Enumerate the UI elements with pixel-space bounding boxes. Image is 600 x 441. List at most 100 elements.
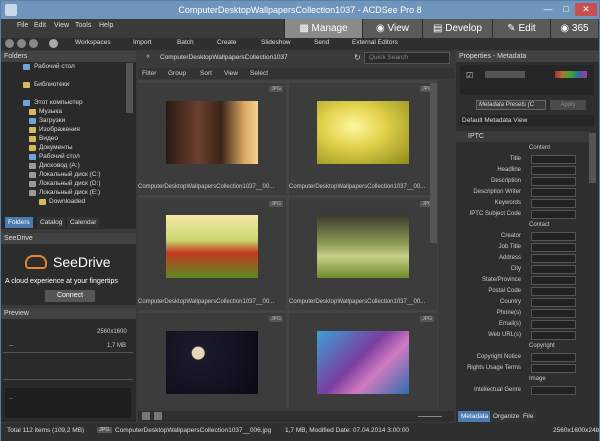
maximize-button[interactable]: □: [559, 3, 573, 16]
metadata-field-input[interactable]: [531, 309, 576, 318]
file-list-scrollbar[interactable]: [430, 83, 437, 243]
metadata-field-input[interactable]: [531, 155, 576, 164]
mode-view[interactable]: ◉ View: [362, 19, 422, 38]
metadata-field-input[interactable]: [531, 210, 576, 219]
menu-tools[interactable]: Tools: [75, 22, 91, 29]
forward-icon[interactable]: [17, 39, 26, 48]
desktop-icon: [29, 154, 36, 160]
metadata-field-input[interactable]: [531, 177, 576, 186]
breadcrumb-back-icon[interactable]: «: [146, 53, 150, 60]
metadata-field-input[interactable]: [531, 364, 576, 373]
view-toggle-icon[interactable]: [142, 412, 150, 420]
metadata-field-input[interactable]: [531, 254, 576, 263]
color-label-selector[interactable]: [555, 71, 587, 78]
home-icon[interactable]: [49, 39, 58, 48]
checkbox-icon[interactable]: ☑: [466, 71, 473, 80]
refresh-icon[interactable]: ↻: [354, 53, 361, 62]
toolbar-send[interactable]: Send: [314, 39, 329, 46]
status-file-info: 1,7 MB, Modified Date: 07.04.2014 3:00:0…: [285, 427, 409, 434]
filter-menu[interactable]: Filter: [142, 70, 156, 77]
close-button[interactable]: ✕: [575, 3, 597, 16]
metadata-field-input[interactable]: [531, 265, 576, 274]
mode-edit[interactable]: ✎ Edit: [492, 19, 550, 38]
toolbar-import[interactable]: Import: [133, 39, 151, 46]
tab-folders[interactable]: Folders: [5, 217, 33, 228]
app-icon: [5, 4, 17, 16]
toolbar-slideshow[interactable]: Slideshow: [261, 39, 291, 46]
metadata-field-input[interactable]: [531, 386, 576, 395]
seedrive-cloud-icon: [25, 255, 47, 269]
file-thumbnail[interactable]: JPG: [138, 313, 286, 409]
select-menu[interactable]: Select: [250, 70, 268, 77]
metadata-field-input[interactable]: [531, 199, 576, 208]
tab-organize[interactable]: Organize: [490, 411, 523, 422]
zoom-slider[interactable]: [418, 416, 442, 417]
menu-view[interactable]: View: [54, 22, 69, 29]
breadcrumb[interactable]: ComputerDesktopWallpapersCollection1037: [160, 54, 288, 61]
metadata-group-heading: Content: [529, 145, 551, 151]
connect-button[interactable]: Connect: [45, 290, 95, 302]
toolbar-batch[interactable]: Batch: [177, 39, 194, 46]
image-apples: [166, 215, 258, 278]
file-list-footer: [138, 411, 454, 422]
metadata-field-input[interactable]: [531, 166, 576, 175]
toolbar-create[interactable]: Create: [217, 39, 237, 46]
metadata-field-label: Phone(s): [496, 310, 521, 316]
file-thumbnail[interactable]: JPG ComputerDesktopWallpapersCollection1…: [138, 83, 286, 195]
up-icon[interactable]: [29, 39, 38, 48]
file-thumbnail[interactable]: JPG ComputerDesktopWallpapersCollection1…: [289, 198, 437, 310]
metadata-field-input[interactable]: [531, 243, 576, 252]
metadata-field-label: Title: [509, 156, 521, 162]
apply-button[interactable]: Apply: [550, 100, 586, 110]
status-total: Total 112 items (109,2 MB): [7, 427, 85, 434]
mode-develop[interactable]: ▤ Develop: [422, 19, 492, 38]
metadata-field-input[interactable]: [531, 232, 576, 241]
file-thumbnail[interactable]: JPG ComputerDesktopWallpapersCollection1…: [138, 198, 286, 310]
manage-icon: ▩: [299, 23, 312, 34]
tab-metadata[interactable]: Metadata: [458, 411, 492, 422]
group-menu[interactable]: Group: [168, 70, 186, 77]
quick-search-input[interactable]: Quick Search: [364, 52, 450, 64]
metadata-field-input[interactable]: [531, 331, 576, 340]
toolbar-external-editors[interactable]: External Editors: [352, 39, 398, 46]
rating-selector[interactable]: [485, 71, 525, 78]
back-icon[interactable]: [5, 39, 14, 48]
mode-online[interactable]: ◉ 365: [550, 19, 598, 38]
view-toggle-icon[interactable]: [154, 412, 162, 420]
pencil-icon: ✎: [507, 23, 519, 34]
metadata-field-input[interactable]: [531, 287, 576, 296]
view-menu[interactable]: View: [224, 70, 238, 77]
tab-calendar[interactable]: Calendar: [67, 217, 100, 228]
toolbar-workspaces[interactable]: Workspaces: [75, 39, 111, 46]
file-list: JPG ComputerDesktopWallpapersCollection1…: [138, 80, 438, 409]
develop-icon: ▤: [433, 23, 446, 34]
menu-edit[interactable]: Edit: [34, 22, 46, 29]
iptc-section-header[interactable]: IPTC: [456, 131, 590, 142]
menu-help[interactable]: Help: [99, 22, 113, 29]
metadata-field-input[interactable]: [531, 276, 576, 285]
minimize-button[interactable]: —: [541, 3, 555, 16]
mode-manage[interactable]: ▩ Manage: [284, 19, 362, 38]
metadata-field-label: Rights Usage Terms: [467, 365, 521, 371]
metadata-field-label: Intellectual Genre: [473, 387, 521, 393]
metadata-view-dropdown[interactable]: Default Metadata View: [460, 115, 594, 126]
folders-scrollbar[interactable]: [126, 63, 133, 113]
tab-file[interactable]: File: [520, 411, 537, 422]
folder-icon: [39, 199, 46, 205]
sort-menu[interactable]: Sort: [200, 70, 212, 77]
file-thumbnail[interactable]: JPG ComputerDesktopWallpapersCollection1…: [289, 83, 437, 195]
menu-file[interactable]: File: [17, 22, 28, 29]
metadata-field-input[interactable]: [531, 188, 576, 197]
preview-blank: --: [9, 343, 13, 349]
metadata-field-input[interactable]: [531, 298, 576, 307]
properties-scrollbar[interactable]: [589, 133, 596, 183]
file-thumbnail[interactable]: JPG: [289, 313, 437, 409]
histogram-blank: --: [9, 396, 13, 402]
metadata-presets-dropdown[interactable]: Metadata Presets (C: [476, 100, 546, 110]
metadata-field-input[interactable]: [531, 320, 576, 329]
metadata-group-heading: Contact: [529, 222, 550, 228]
folders-tabs: Folders Catalog Calendar: [1, 217, 136, 228]
metadata-field-input[interactable]: [531, 353, 576, 362]
tab-catalog[interactable]: Catalog: [37, 217, 66, 228]
properties-header: Properties - Metadata: [456, 51, 599, 62]
